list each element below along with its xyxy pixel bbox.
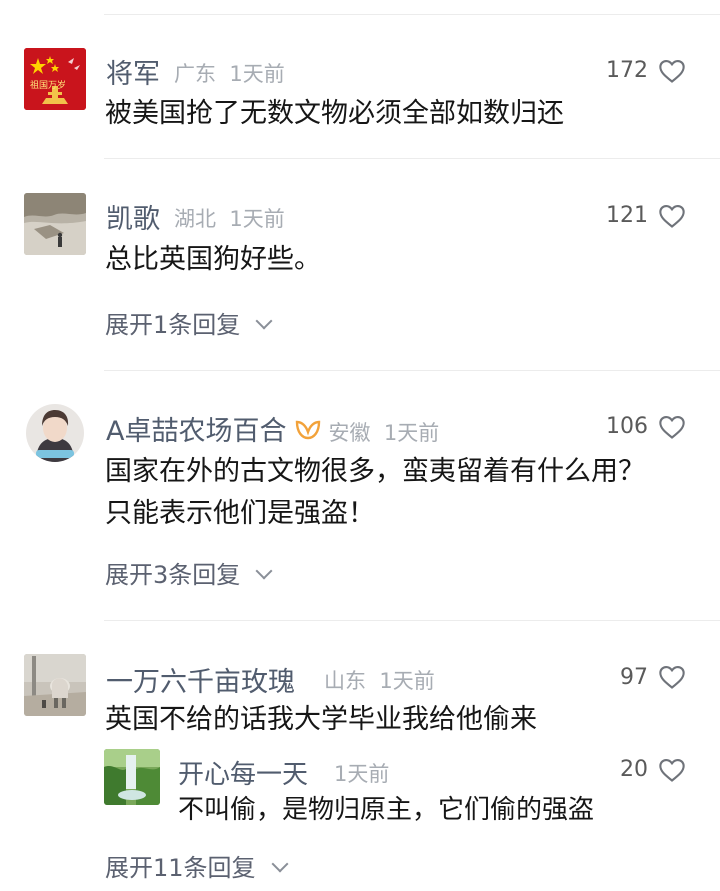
avatar[interactable] xyxy=(24,193,86,255)
comment-text: 总比英国狗好些。 xyxy=(105,244,321,275)
divider xyxy=(104,620,720,621)
username[interactable]: A卓喆农场百合 安徽 1天前 xyxy=(106,409,439,448)
chevron-down-icon xyxy=(271,855,289,873)
timestamp: 1天前 xyxy=(334,762,390,786)
chevron-down-icon xyxy=(255,562,273,580)
avatar[interactable] xyxy=(26,404,84,462)
heart-outline-icon[interactable] xyxy=(658,414,686,440)
avatar[interactable] xyxy=(24,654,86,716)
expand-replies-button[interactable]: 展开1条回复 xyxy=(105,305,273,340)
expand-replies-button[interactable]: 展开3条回复 xyxy=(105,555,273,590)
divider xyxy=(104,370,720,371)
username-text: A卓喆农场百合 xyxy=(106,416,287,447)
comment-text: 不叫偷，是物归原主，它们偷的强盗 xyxy=(178,795,595,825)
timestamp: 1天前 xyxy=(379,669,435,693)
divider xyxy=(104,14,720,15)
username[interactable]: 一万六千亩玫瑰 xyxy=(106,660,295,699)
heart-outline-icon[interactable] xyxy=(658,203,686,229)
expand-label: 展开3条回复 xyxy=(105,561,241,589)
username[interactable]: 开心每一天 xyxy=(178,754,308,791)
timestamp: 1天前 xyxy=(229,207,285,231)
comment-meta: 安徽 1天前 xyxy=(328,421,439,445)
like-count: 172 xyxy=(606,58,648,83)
username[interactable]: 将军 xyxy=(106,52,160,91)
timestamp: 1天前 xyxy=(383,421,440,445)
divider xyxy=(104,158,720,159)
avatar[interactable] xyxy=(104,749,160,805)
like-count: 20 xyxy=(620,757,648,782)
avatar[interactable]: 祖国万岁 xyxy=(24,48,86,110)
like-count: 121 xyxy=(606,203,648,228)
location: 广东 xyxy=(174,62,216,86)
username[interactable]: 凯歌 xyxy=(106,197,160,236)
vip-badge-icon xyxy=(296,420,321,439)
expand-label: 展开1条回复 xyxy=(105,311,241,339)
comment-text: 国家在外的古文物很多，蛮夷留着有什么用？ 只能表示他们是强盗！ xyxy=(105,456,645,529)
heart-outline-icon[interactable] xyxy=(658,757,686,783)
comment-meta: 广东 1天前 xyxy=(174,58,285,88)
expand-label: 展开11条回复 xyxy=(105,854,256,882)
like-count: 97 xyxy=(620,665,648,690)
heart-outline-icon[interactable] xyxy=(658,58,686,84)
like-count: 106 xyxy=(606,414,648,439)
comment-text: 被美国抢了无数文物必须全部如数归还 xyxy=(105,98,564,129)
comment-meta: 山东 1天前 xyxy=(324,665,435,695)
location: 安徽 xyxy=(328,421,371,445)
chevron-down-icon xyxy=(255,312,273,330)
comment-meta: 湖北 1天前 xyxy=(174,203,285,233)
avatar-caption: 祖国万岁 xyxy=(30,81,67,91)
expand-replies-button[interactable]: 展开11条回复 xyxy=(105,848,289,883)
timestamp: 1天前 xyxy=(229,62,285,86)
heart-outline-icon[interactable] xyxy=(658,664,686,690)
location: 山东 xyxy=(324,669,366,693)
location: 湖北 xyxy=(174,207,216,231)
comment-text: 英国不给的话我大学毕业我给他偷来 xyxy=(105,704,537,735)
